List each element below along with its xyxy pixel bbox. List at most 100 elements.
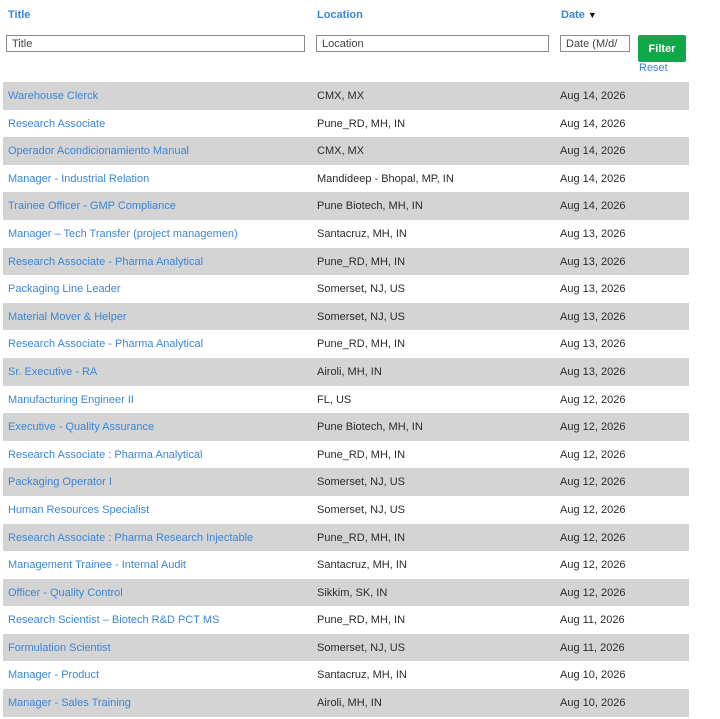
job-title-link[interactable]: Management Trainee - Internal Audit xyxy=(8,559,186,571)
job-location: Airoli, MH, IN xyxy=(317,365,382,378)
job-date: Aug 10, 2026 xyxy=(560,697,626,710)
job-title-link[interactable]: Packaging Line Leader xyxy=(8,283,121,295)
job-date: Aug 12, 2026 xyxy=(560,559,626,572)
title-column-header[interactable]: Title xyxy=(8,9,30,21)
table-row: Research Associate Pune_RD, MH, IN Aug 14,… xyxy=(3,110,689,138)
job-title-link[interactable]: Manager – Tech Transfer (project managem… xyxy=(8,228,238,240)
filter-button[interactable]: Filter xyxy=(638,35,686,62)
job-location: Pune_RD, MH, IN xyxy=(317,448,406,461)
table-row: Material Mover & Helper Somerset, NJ, US A… xyxy=(3,302,689,331)
table-row: Warehouse Clerck CMX, MX Aug 14, 2026 xyxy=(3,82,689,110)
job-title-link[interactable]: Research Associate - Pharma Analytical xyxy=(8,256,203,268)
job-title-link[interactable]: Research Associate : Pharma Research Inj… xyxy=(8,532,253,544)
job-location: Somerset, NJ, US xyxy=(317,641,406,654)
table-row: Packaging Operator I Somerset, NJ, US Aug … xyxy=(3,468,689,496)
job-date: Aug 12, 2026 xyxy=(560,448,626,461)
job-title-link[interactable]: Research Associate xyxy=(8,118,105,130)
job-table-body: Warehouse Clerck CMX, MX Aug 14, 2026 Resea… xyxy=(3,82,689,717)
job-date: Aug 13, 2026 xyxy=(560,338,626,351)
table-row: Research Associate - Pharma Analytical Pu… xyxy=(3,247,689,276)
job-date: Aug 14, 2026 xyxy=(560,145,626,158)
table-row: Executive - Quality Assurance Pune Biotec… xyxy=(3,413,689,441)
job-location: Pune_RD, MH, IN xyxy=(317,255,406,268)
table-row: Officer - Quality Control Sikkim, SK, IN A… xyxy=(3,578,689,607)
job-date: Aug 11, 2026 xyxy=(560,614,625,627)
table-row: Manager – Tech Transfer (project managem… xyxy=(3,220,689,248)
table-row: Human Resources Specialist Somerset, NJ, … xyxy=(3,496,689,524)
job-listings: Title Location Date▼ Filter Reset Wareho… xyxy=(0,0,720,719)
job-date: Aug 12, 2026 xyxy=(560,531,626,544)
job-date: Aug 10, 2026 xyxy=(560,669,626,682)
job-date: Aug 13, 2026 xyxy=(560,283,626,296)
job-title-link[interactable]: Executive - Quality Assurance xyxy=(8,421,154,433)
job-location: Pune_RD, MH, IN xyxy=(317,117,406,130)
job-date: Aug 14, 2026 xyxy=(560,172,626,185)
job-date: Aug 12, 2026 xyxy=(560,393,626,406)
job-date: Aug 14, 2026 xyxy=(560,90,626,102)
table-row: Research Scientist – Biotech R&D PCT MS P… xyxy=(3,606,689,634)
table-row: Management Trainee - Internal Audit Santa… xyxy=(3,551,689,579)
table-row: Packaging Line Leader Somerset, NJ, US Aug… xyxy=(3,275,689,303)
reset-link[interactable]: Reset xyxy=(639,62,668,74)
job-title-link[interactable]: Sr. Executive - RA xyxy=(8,366,97,378)
job-location: Pune_RD, MH, IN xyxy=(317,531,406,544)
job-title-link[interactable]: Research Associate : Pharma Analytical xyxy=(8,449,202,461)
location-filter-input[interactable] xyxy=(316,35,549,52)
table-row: Trainee Officer - GMP Compliance Pune Bio… xyxy=(3,192,689,220)
table-row: Manager - Product Santacruz, MH, IN Aug 10… xyxy=(3,661,689,689)
filter-bar: Filter Reset xyxy=(0,34,720,78)
table-row: Sr. Executive - RA Airoli, MH, IN Aug 13, … xyxy=(3,357,689,386)
job-title-link[interactable]: Trainee Officer - GMP Compliance xyxy=(8,200,176,212)
job-location: CMX, MX xyxy=(317,145,365,158)
job-title-link[interactable]: Material Mover & Helper xyxy=(8,311,127,323)
job-title-link[interactable]: Packaging Operator I xyxy=(8,476,112,488)
job-date: Aug 14, 2026 xyxy=(560,200,626,213)
job-date: Aug 11, 2026 xyxy=(560,641,625,654)
date-column-label: Date xyxy=(561,9,585,21)
job-location: Pune Biotech, MH, IN xyxy=(317,421,423,434)
job-title-link[interactable]: Research Associate - Pharma Analytical xyxy=(8,338,203,350)
location-column-header[interactable]: Location xyxy=(317,9,363,21)
job-location: Pune Biotech, MH, IN xyxy=(317,200,423,213)
job-date: Aug 13, 2026 xyxy=(560,227,626,240)
job-date: Aug 14, 2026 xyxy=(560,117,626,130)
sort-desc-icon: ▼ xyxy=(587,10,597,20)
job-title-link[interactable]: Manufacturing Engineer II xyxy=(8,394,134,406)
date-filter-input[interactable] xyxy=(560,35,630,52)
job-date: Aug 13, 2026 xyxy=(560,365,626,378)
table-row: Research Associate : Pharma Research Inj… xyxy=(3,523,689,552)
job-title-link[interactable]: Manager - Industrial Relation xyxy=(8,173,149,185)
job-location: Mandideep - Bhopal, MP, IN xyxy=(317,172,454,185)
table-row: Operador Acondicionamiento Manual CMX, MX… xyxy=(3,137,689,165)
job-location: FL, US xyxy=(317,393,352,406)
job-date: Aug 12, 2026 xyxy=(560,586,626,599)
job-title-link[interactable]: Research Scientist – Biotech R&D PCT MS xyxy=(8,614,219,626)
job-location: Santacruz, MH, IN xyxy=(317,227,407,240)
job-location: Somerset, NJ, US xyxy=(317,310,406,323)
job-date: Aug 13, 2026 xyxy=(560,310,626,323)
title-filter-input[interactable] xyxy=(6,35,305,52)
job-location: Pune_RD, MH, IN xyxy=(317,338,406,351)
date-column-header[interactable]: Date ▼ xyxy=(561,9,597,21)
table-row: Manager - Sales Training Airoli, MH, IN Au… xyxy=(3,689,689,717)
job-location: Pune_RD, MH, IN xyxy=(317,614,406,627)
job-location: Sikkim, SK, IN xyxy=(317,586,388,599)
job-location: CMX, MX xyxy=(317,90,365,102)
job-date: Aug 12, 2026 xyxy=(560,421,626,434)
job-location: Somerset, NJ, US xyxy=(317,476,406,489)
job-title-link[interactable]: Human Resources Specialist xyxy=(8,504,149,516)
table-row: Research Associate : Pharma Analytical Pu… xyxy=(3,441,689,469)
table-row: Manufacturing Engineer II FL, US Aug 12, 2… xyxy=(3,386,689,414)
job-title-link[interactable]: Manager - Product xyxy=(8,669,99,681)
job-location: Somerset, NJ, US xyxy=(317,503,406,516)
table-header: Title Location Date ▼ xyxy=(0,0,720,32)
table-row: Research Associate - Pharma Analytical Pu… xyxy=(3,330,689,358)
job-title-link[interactable]: Warehouse Clerck xyxy=(8,90,98,102)
job-date: Aug 12, 2026 xyxy=(560,476,626,489)
job-title-link[interactable]: Operador Acondicionamiento Manual xyxy=(8,145,189,157)
job-location: Airoli, MH, IN xyxy=(317,697,382,710)
job-location: Somerset, NJ, US xyxy=(317,283,406,296)
job-title-link[interactable]: Officer - Quality Control xyxy=(8,587,123,599)
job-title-link[interactable]: Formulation Scientist xyxy=(8,642,111,654)
job-title-link[interactable]: Manager - Sales Training xyxy=(8,697,131,709)
